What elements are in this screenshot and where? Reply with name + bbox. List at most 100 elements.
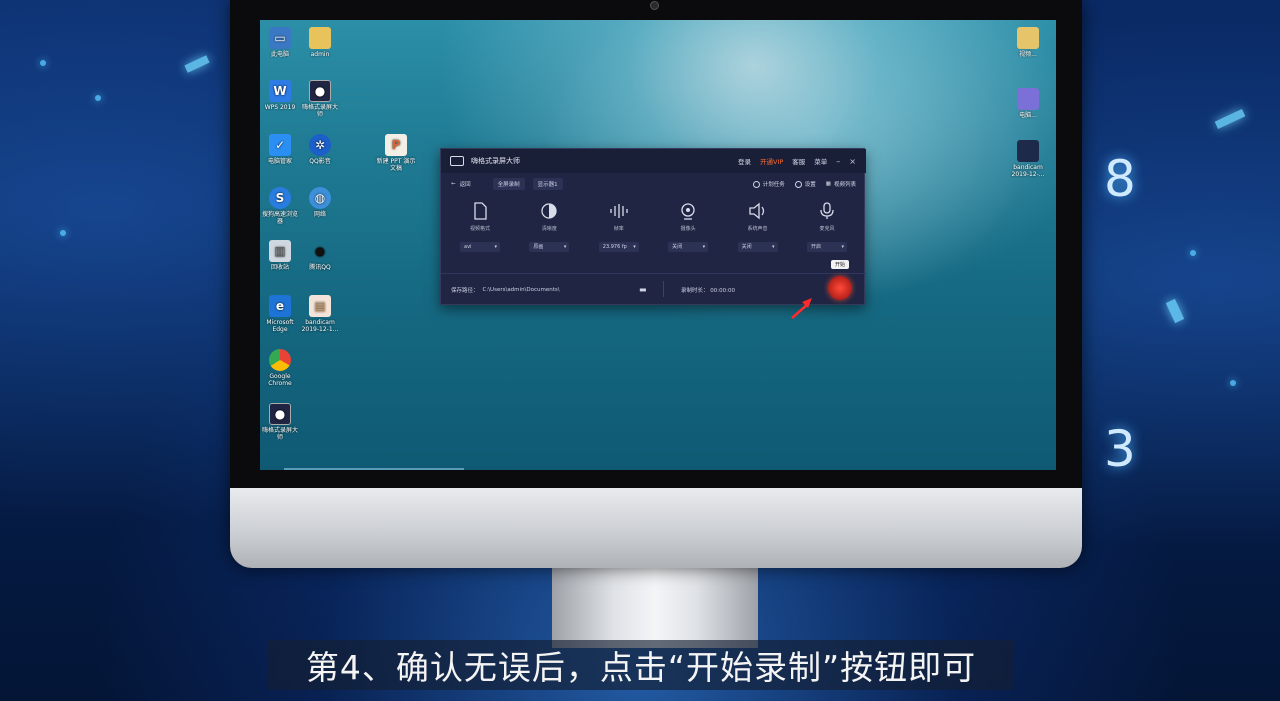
desktop-icon-edge[interactable]: e Microsoft Edge	[260, 295, 300, 333]
recorder-icon: ●	[269, 403, 291, 425]
desktop-icon-label: 视频...	[1019, 51, 1037, 58]
title-bar: 嗨格式录屏大师 登录 开通VIP 客服 菜单 – ×	[441, 149, 866, 173]
display-select[interactable]: 显示器1	[532, 178, 563, 190]
camera-icon	[659, 201, 717, 221]
start-tooltip: 开始	[831, 260, 850, 269]
app-icon	[1017, 88, 1039, 110]
desktop-icon-label: 嗨格式录屏大师	[301, 104, 338, 118]
status-bar: 保存路径： C:\Users\admin\Documents\ ▬ 录制时长： …	[451, 281, 856, 297]
desktop-icon-bandicam-video[interactable]: ▤ bandicam 2019-12-1...	[300, 295, 340, 333]
desktop-icon-admin[interactable]: admin	[300, 27, 340, 58]
option-microphone: 麦克风 开启	[798, 201, 856, 261]
option-label: 麦克风	[819, 226, 835, 232]
video-list-button[interactable]: ▦ 视频列表	[826, 180, 856, 188]
desktop-icon-sogou[interactable]: S 搜狗高速浏览器	[260, 187, 300, 225]
video-camera-icon	[450, 156, 464, 166]
video-frame: 8 3 ▭ 此电脑 admin W WPS 2019 ● 嗨格式录屏大师 ✓ 电…	[0, 0, 1280, 701]
format-select[interactable]: avi	[460, 242, 500, 252]
edge-icon: e	[269, 295, 291, 317]
divider	[441, 273, 866, 274]
desktop-icon-qq[interactable]: ● 腾讯QQ	[300, 240, 340, 272]
glow-dot	[60, 230, 66, 236]
minimize-button[interactable]: –	[836, 157, 840, 166]
desktop-icon-label: admin	[310, 51, 330, 58]
pointer-arrow-icon	[791, 298, 812, 319]
login-link[interactable]: 登录	[738, 156, 751, 166]
glow-dot	[95, 95, 101, 101]
desktop-icon-label: 搜狗高速浏览器	[261, 211, 298, 225]
file-icon	[1017, 27, 1039, 49]
desktop-icon-new-ppt[interactable]: P 新建 PPT 演示文稿	[376, 134, 416, 172]
framerate-select[interactable]: 23.976 fp	[598, 242, 639, 252]
webcam-icon	[650, 1, 659, 10]
desktop-icon-label: 嗨格式录屏大师	[261, 427, 298, 441]
app-title: 嗨格式录屏大师	[471, 157, 520, 165]
desktop-icon-recycle-bin[interactable]: ▥ 回收站	[260, 240, 300, 271]
globe-icon: ◍	[309, 187, 331, 209]
ppt-file-icon: P	[385, 134, 407, 156]
desktop-icon-recorder[interactable]: ● 嗨格式录屏大师	[300, 80, 340, 118]
glow-bar	[184, 55, 210, 73]
desktop-icon-label: Google Chrome	[268, 373, 292, 387]
desktop-icon-right-3[interactable]: bandicam 2019-12-...	[1008, 140, 1048, 178]
desktop-icon-this-pc[interactable]: ▭ 此电脑	[260, 27, 300, 58]
option-format: 视频格式 avi	[451, 201, 509, 261]
record-options: 视频格式 avi 清晰度 原画 帧率 23.976 fp	[451, 201, 856, 261]
clock-icon	[752, 180, 760, 188]
desktop-icon-label: 电脑管家	[267, 158, 292, 165]
option-framerate: 帧率 23.976 fp	[590, 201, 648, 261]
trash-icon: ▥	[269, 240, 291, 262]
glow-dot	[40, 60, 46, 66]
quality-select[interactable]: 原画	[529, 242, 570, 252]
menu-link[interactable]: 菜单	[814, 156, 827, 166]
desktop-icon-label: Microsoft Edge	[266, 319, 294, 333]
separator	[663, 281, 664, 297]
computer-icon: ▭	[269, 27, 291, 49]
start-record-button[interactable]	[828, 276, 852, 300]
gear-icon	[794, 180, 802, 188]
desktop-icon-wps[interactable]: W WPS 2019	[260, 80, 300, 111]
close-button[interactable]: ×	[849, 157, 856, 166]
save-path-label: 保存路径：	[451, 288, 479, 294]
record-time-label: 录制时长：	[681, 288, 709, 294]
desktop-icon-label: 回收站	[270, 264, 289, 271]
desktop-icon-network[interactable]: ◍ 网络	[300, 187, 340, 218]
vip-link[interactable]: 开通VIP	[760, 156, 783, 166]
glow-bar	[1214, 109, 1246, 129]
back-button[interactable]: ← 返回	[451, 180, 471, 188]
glow-dot	[1230, 380, 1236, 386]
desktop-icon-label: 新建 PPT 演示文稿	[376, 158, 416, 172]
microphone-select[interactable]: 开启	[806, 242, 847, 252]
system-audio-select[interactable]: 关闭	[737, 242, 778, 252]
record-time-value: 00:00:00	[710, 288, 735, 294]
desktop-icon-right-1[interactable]: 视频...	[1008, 27, 1048, 58]
recorder-window: 嗨格式录屏大师 登录 开通VIP 客服 菜单 – × ← 返回 全屏录制 显示器…	[440, 148, 866, 305]
mic-icon	[798, 201, 856, 221]
arrow-left-icon: ←	[451, 181, 456, 187]
option-label: 摄像头	[680, 226, 696, 232]
schedule-label: 计划任务	[762, 182, 785, 188]
shield-icon: ✓	[269, 134, 291, 156]
desktop-icon-label: 此电脑	[270, 51, 289, 58]
glow-dot	[1190, 250, 1196, 256]
folder-icon[interactable]: ▬	[639, 285, 647, 294]
monitor-stand	[552, 568, 758, 648]
service-link[interactable]: 客服	[792, 156, 805, 166]
record-mode-select[interactable]: 全屏录制	[492, 178, 525, 190]
desktop-icon-right-2[interactable]: 电脑...	[1008, 88, 1048, 119]
wps-icon: W	[269, 80, 291, 102]
background-number-bottom: 3	[1104, 420, 1136, 478]
desktop-icon-label: bandicam 2019-12-...	[1011, 164, 1045, 178]
schedule-button[interactable]: 计划任务	[752, 180, 785, 188]
desktop-icon-label: WPS 2019	[264, 104, 296, 111]
chrome-icon	[269, 349, 291, 371]
settings-button[interactable]: 设置	[794, 180, 816, 188]
camera-select[interactable]: 关闭	[668, 242, 709, 252]
player-icon: ✲	[309, 134, 331, 156]
desktop-icon-qq-player[interactable]: ✲ QQ影音	[300, 134, 340, 165]
option-label: 视频格式	[469, 226, 490, 232]
desktop-icon-recorder-2[interactable]: ● 嗨格式录屏大师	[260, 403, 300, 441]
desktop-icon-chrome[interactable]: Google Chrome	[260, 349, 300, 387]
desktop-icon-pc-manager[interactable]: ✓ 电脑管家	[260, 134, 300, 165]
progress-line	[284, 468, 464, 470]
